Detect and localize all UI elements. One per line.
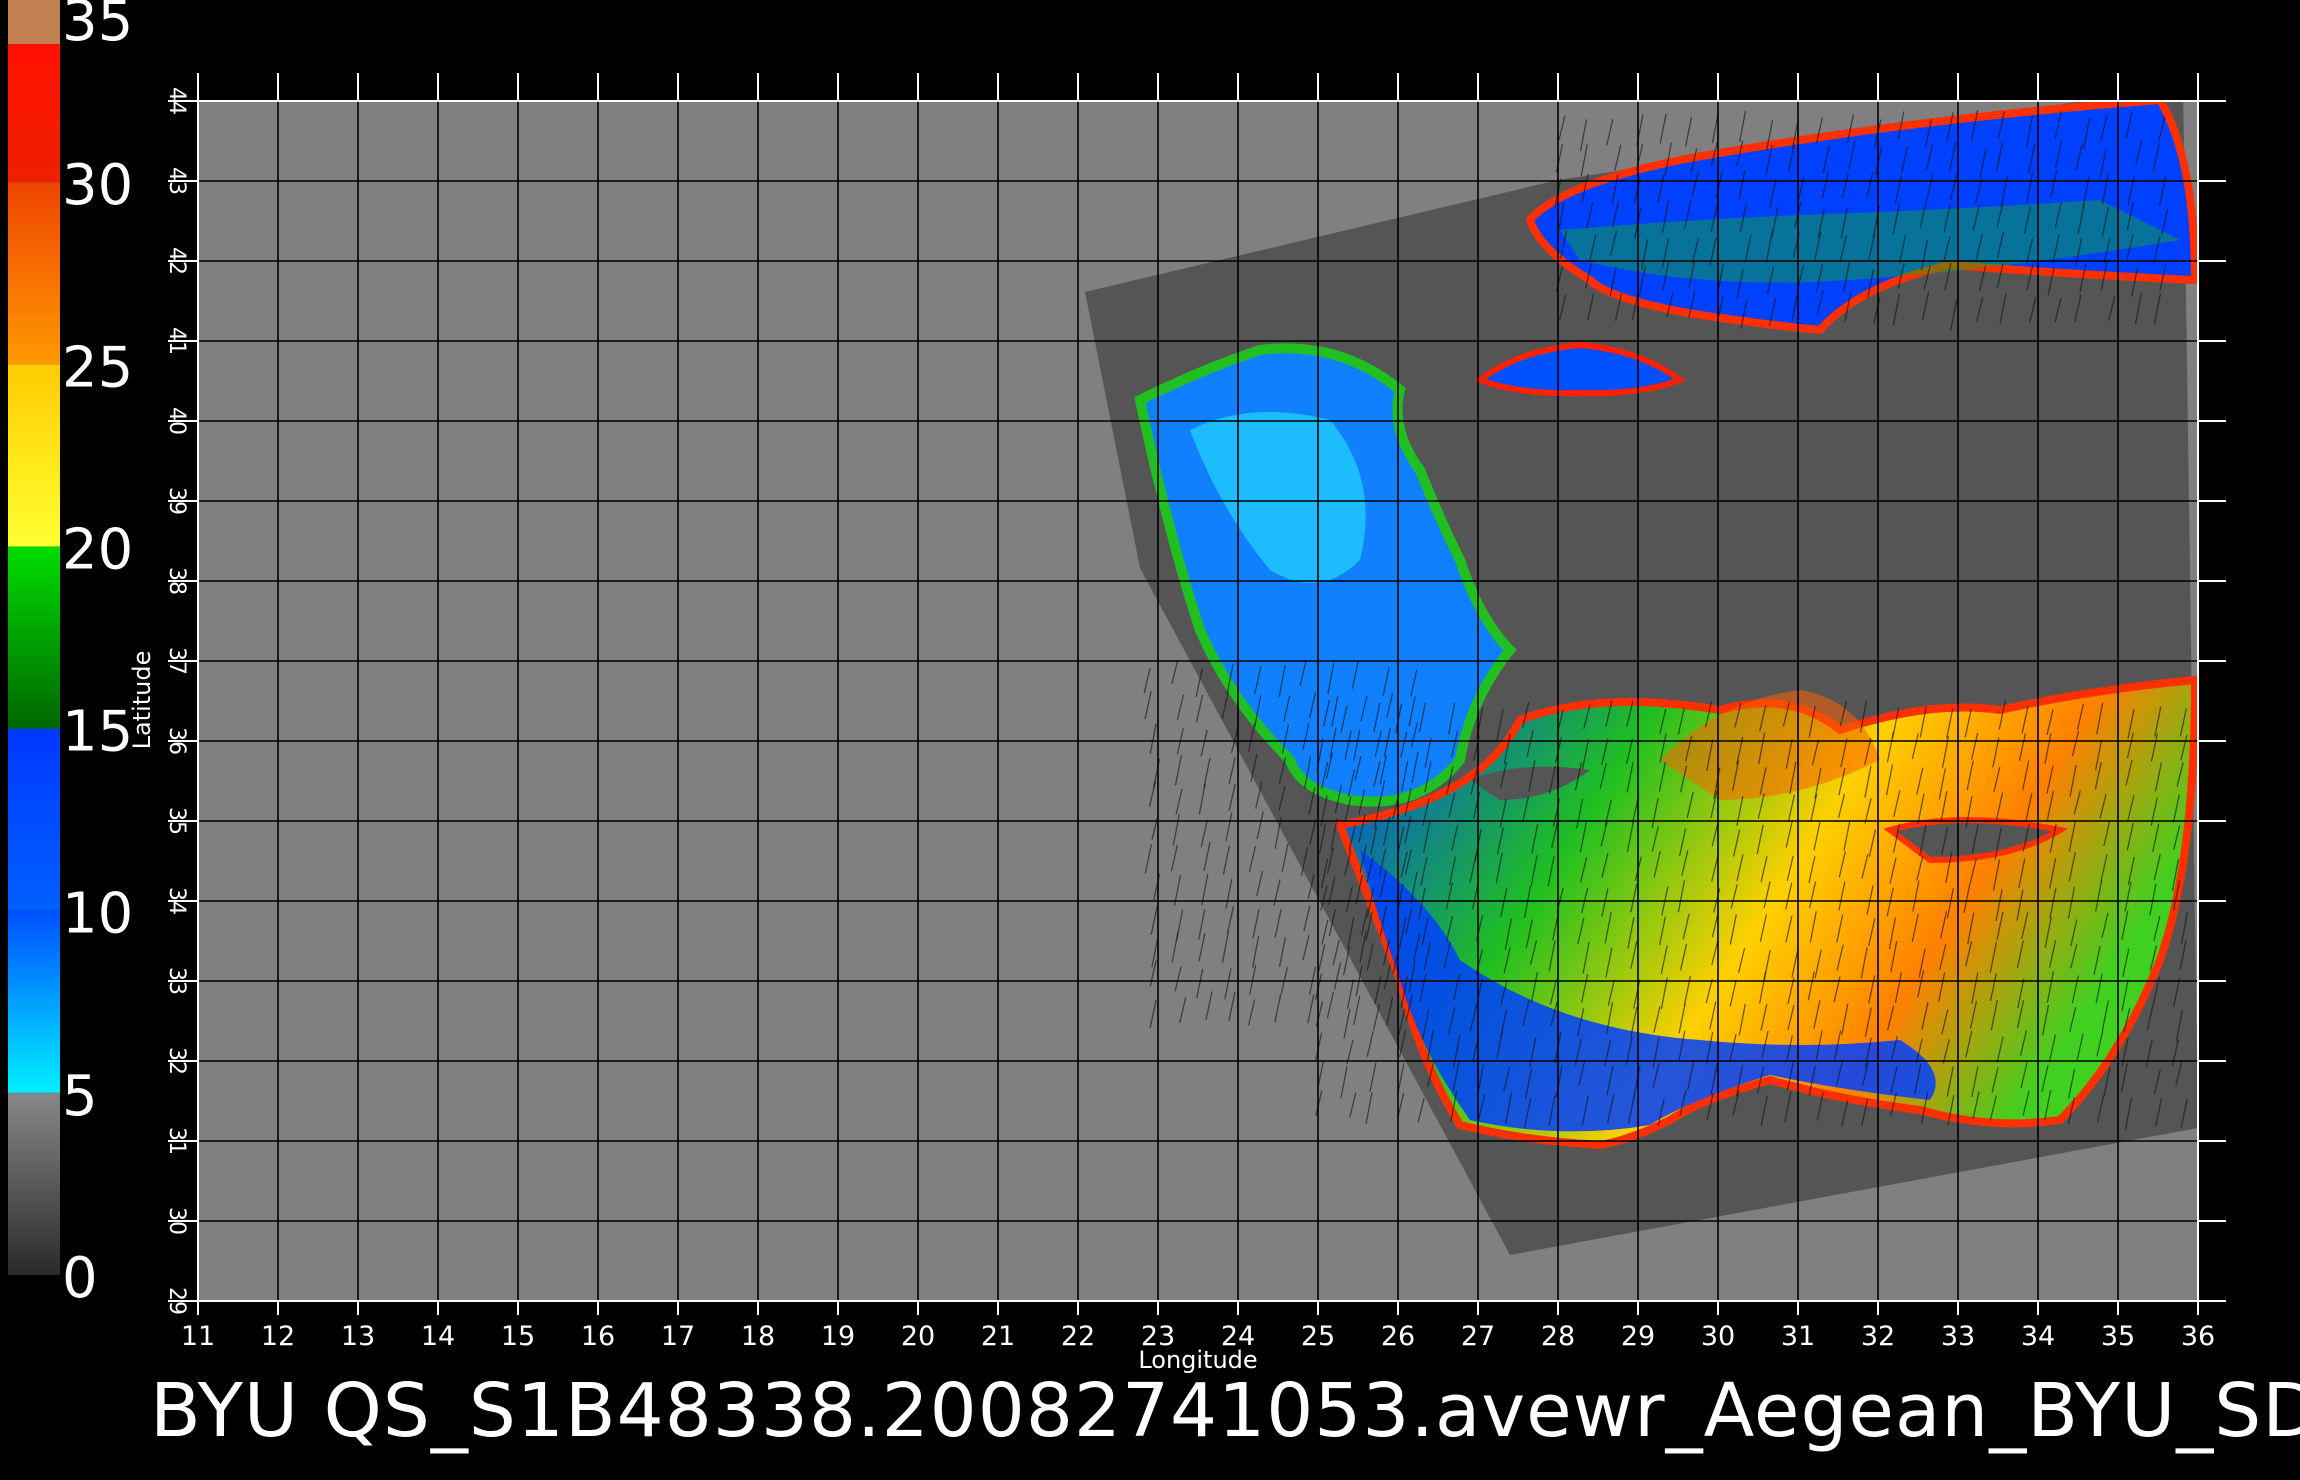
colorbar-tick-label: 35: [62, 0, 133, 54]
lon-tick-label: 18: [741, 1321, 775, 1352]
lon-tick-label: 21: [981, 1321, 1015, 1352]
colorbar-tick-label: 25: [62, 335, 133, 400]
lat-tick-label: 37: [164, 647, 189, 675]
lon-tick-label: 20: [901, 1321, 935, 1352]
colorbar-tick-label: 5: [62, 1064, 98, 1129]
lat-tick-label: 40: [164, 407, 189, 435]
colorbar-segment: [8, 44, 60, 183]
lat-tick-label: 36: [164, 727, 189, 755]
lat-tick-label: 29: [164, 1287, 189, 1315]
lon-tick-label: 32: [1861, 1321, 1895, 1352]
lon-tick-label: 22: [1061, 1321, 1095, 1352]
colorbar-segment: [8, 182, 60, 365]
colorbar-segment: [8, 0, 60, 44]
colorbar-tick-label: 20: [62, 517, 133, 582]
lon-tick-label: 11: [181, 1321, 215, 1352]
lon-tick-label: 34: [2021, 1321, 2055, 1352]
lat-tick-label: 30: [164, 1207, 189, 1235]
lat-tick-label: 32: [164, 1047, 189, 1075]
lat-tick-label: 42: [164, 247, 189, 275]
colorbar-segment: [8, 364, 60, 547]
lat-tick-label: 34: [164, 887, 189, 915]
lon-tick-label: 33: [1941, 1321, 1975, 1352]
lon-tick-label: 19: [821, 1321, 855, 1352]
lat-tick-label: 44: [164, 87, 189, 115]
colorbar-tick-label: 30: [62, 153, 133, 218]
lat-tick-label: 38: [164, 567, 189, 595]
lat-tick-label: 39: [164, 487, 189, 515]
footer-title: BYU QS_S1B48338.20082741053.avewr_Aegean…: [150, 1368, 2300, 1454]
colorbar-tick-label: 15: [62, 700, 133, 765]
colorbar-segments: [8, 0, 60, 1275]
lon-tick-label: 35: [2101, 1321, 2135, 1352]
colorbar: 0 5 10 15 20 25 30 35: [8, 0, 133, 1311]
colorbar-segment: [8, 910, 60, 1093]
lon-tick-label: 17: [661, 1321, 695, 1352]
lon-tick-label: 16: [581, 1321, 615, 1352]
latitude-tick-labels: 29 30 31 32 33 34 35 36 37 38 39 40 41 42 43 44: [164, 87, 189, 1315]
lon-tick-label: 29: [1621, 1321, 1655, 1352]
lat-tick-label: 31: [164, 1127, 189, 1155]
colorbar-tick-label: 0: [62, 1246, 98, 1311]
lon-tick-label: 15: [501, 1321, 535, 1352]
lon-tick-label: 26: [1381, 1321, 1415, 1352]
lon-tick-label: 36: [2181, 1321, 2215, 1352]
lat-tick-label: 41: [164, 327, 189, 355]
lon-tick-label: 27: [1461, 1321, 1495, 1352]
colorbar-segment: [8, 728, 60, 911]
colorbar-segment: [8, 546, 60, 729]
lat-tick-label: 35: [164, 807, 189, 835]
lon-tick-label: 30: [1701, 1321, 1735, 1352]
lon-tick-label: 12: [261, 1321, 295, 1352]
y-axis-label: Latitude: [128, 651, 156, 750]
colorbar-labels: 0 5 10 15 20 25 30 35: [62, 0, 133, 1311]
wind-map-figure: 0 5 10 15 20 25 30 35 11 12 13 14 15 16 17 18 19 20 21 22 2…: [8, 0, 2226, 1374]
colorbar-segment: [8, 1092, 60, 1275]
lon-tick-label: 14: [421, 1321, 455, 1352]
lat-tick-label: 43: [164, 167, 189, 195]
lat-tick-label: 33: [164, 967, 189, 995]
lon-tick-label: 28: [1541, 1321, 1575, 1352]
lon-tick-label: 31: [1781, 1321, 1815, 1352]
lon-tick-label: 13: [341, 1321, 375, 1352]
colorbar-tick-label: 10: [62, 882, 133, 947]
lon-tick-label: 25: [1301, 1321, 1335, 1352]
